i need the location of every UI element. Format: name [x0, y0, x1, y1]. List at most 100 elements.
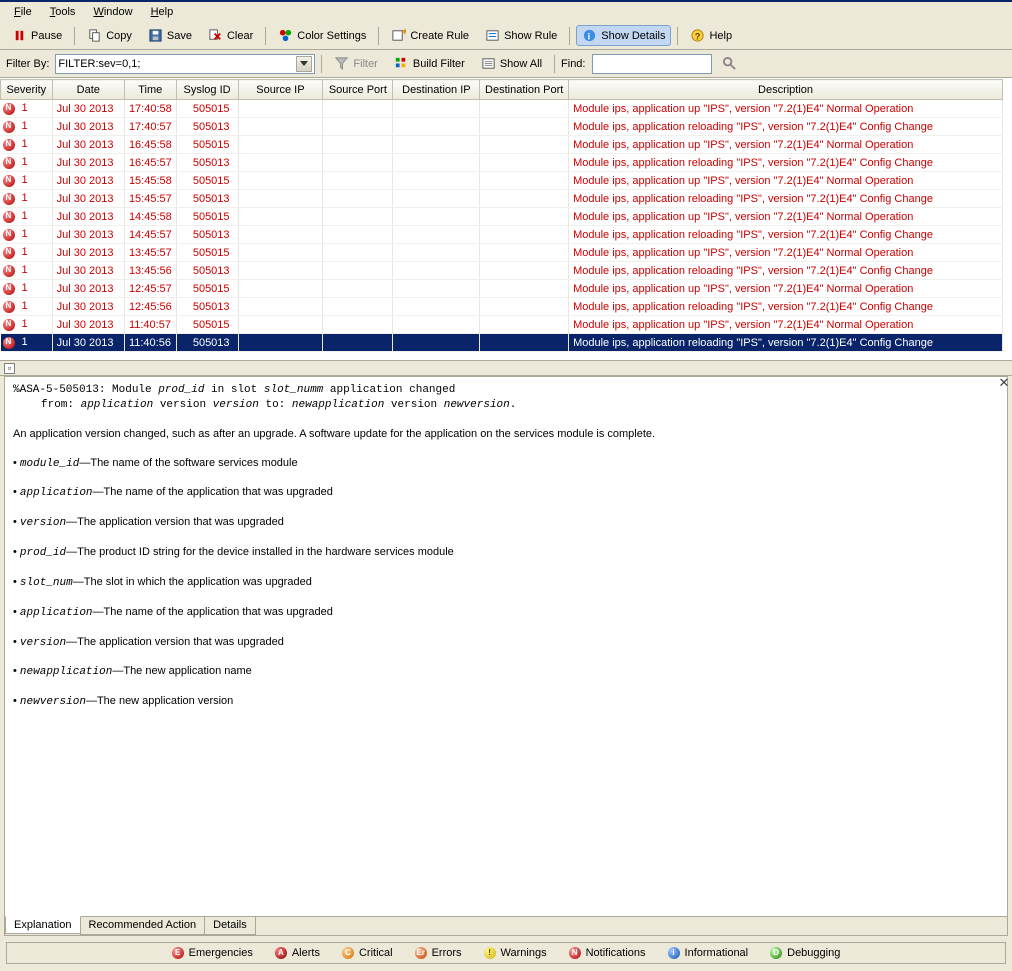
- filter-button[interactable]: Filter: [328, 53, 383, 74]
- legend-icon: i: [668, 947, 680, 959]
- show-rule-button[interactable]: Show Rule: [479, 25, 563, 46]
- table-cell: 14:45:57: [124, 226, 176, 244]
- table-row[interactable]: 1Jul 30 201314:45:58505015Module ips, ap…: [1, 208, 1003, 226]
- menu-window[interactable]: Window: [85, 4, 140, 20]
- detail-slot-num: slot_numm: [264, 384, 323, 396]
- pause-button[interactable]: Pause: [6, 25, 68, 46]
- save-icon: [148, 28, 163, 43]
- table-cell: [480, 190, 569, 208]
- table-cell: [480, 226, 569, 244]
- table-row[interactable]: 1Jul 30 201314:45:57505013Module ips, ap…: [1, 226, 1003, 244]
- show-rule-icon: [485, 28, 500, 43]
- column-header[interactable]: Source IP: [238, 80, 323, 100]
- table-row[interactable]: 1Jul 30 201315:45:58505015Module ips, ap…: [1, 172, 1003, 190]
- column-header[interactable]: Destination Port: [480, 80, 569, 100]
- copy-button[interactable]: Copy: [81, 25, 138, 46]
- column-header[interactable]: Syslog ID: [176, 80, 238, 100]
- filter-by-label: Filter By:: [6, 58, 51, 70]
- table-row[interactable]: 1Jul 30 201312:45:57505015Module ips, ap…: [1, 280, 1003, 298]
- table-row[interactable]: 1Jul 30 201313:45:57505015Module ips, ap…: [1, 244, 1003, 262]
- table-cell: Jul 30 2013: [52, 262, 124, 280]
- find-input[interactable]: [592, 54, 712, 74]
- save-button[interactable]: Save: [142, 25, 198, 46]
- funnel-icon: [334, 56, 349, 71]
- show-details-label: Show Details: [601, 30, 665, 42]
- status-legend: EEmergenciesAAlertsCCriticalErErrors!War…: [6, 942, 1006, 964]
- table-cell: [480, 262, 569, 280]
- legend-label: Informational: [685, 947, 749, 959]
- table-cell: Jul 30 2013: [52, 154, 124, 172]
- copy-label: Copy: [106, 30, 132, 42]
- table-cell: Module ips, application up "IPS", versio…: [569, 208, 1003, 226]
- menu-tools[interactable]: Tools: [42, 4, 84, 20]
- table-cell: 12:45:56: [124, 298, 176, 316]
- table-row[interactable]: 1Jul 30 201317:40:58505015Module ips, ap…: [1, 100, 1003, 118]
- table-cell: Jul 30 2013: [52, 118, 124, 136]
- table-row[interactable]: 1Jul 30 201312:45:56505013Module ips, ap…: [1, 298, 1003, 316]
- create-rule-button[interactable]: ✶ Create Rule: [385, 25, 475, 46]
- table-cell: [480, 172, 569, 190]
- table-cell: [480, 334, 569, 352]
- table-cell: Module ips, application up "IPS", versio…: [569, 244, 1003, 262]
- table-row[interactable]: 1Jul 30 201316:45:58505015Module ips, ap…: [1, 136, 1003, 154]
- column-header[interactable]: Time: [124, 80, 176, 100]
- table-cell: 505015: [176, 100, 238, 118]
- table-row[interactable]: 1Jul 30 201316:45:57505013Module ips, ap…: [1, 154, 1003, 172]
- clear-label: Clear: [227, 30, 253, 42]
- table-cell: [238, 208, 323, 226]
- dropdown-arrow-icon[interactable]: [296, 56, 312, 72]
- table-row[interactable]: 1Jul 30 201313:45:56505013Module ips, ap…: [1, 262, 1003, 280]
- column-header[interactable]: Destination IP: [393, 80, 480, 100]
- legend-label: Warnings: [501, 947, 547, 959]
- table-cell: Module ips, application up "IPS", versio…: [569, 316, 1003, 334]
- tab-explanation[interactable]: Explanation: [5, 916, 81, 934]
- table-cell: [238, 244, 323, 262]
- log-table-wrapper: SeverityDateTimeSyslog IDSource IPSource…: [0, 78, 1012, 360]
- table-row[interactable]: 1Jul 30 201311:40:56505013Module ips, ap…: [1, 334, 1003, 352]
- build-filter-button[interactable]: Build Filter: [388, 53, 471, 74]
- menu-file[interactable]: File: [6, 4, 40, 20]
- tab-details[interactable]: Details: [204, 917, 256, 935]
- table-row[interactable]: 1Jul 30 201311:40:57505015Module ips, ap…: [1, 316, 1003, 334]
- menu-help[interactable]: Help: [143, 4, 182, 20]
- table-cell: 505013: [176, 190, 238, 208]
- column-header[interactable]: Date: [52, 80, 124, 100]
- table-cell: [238, 136, 323, 154]
- collapse-box-icon[interactable]: ▫: [4, 363, 15, 374]
- filter-combo[interactable]: FILTER:sev=0,1;: [55, 54, 315, 74]
- details-panel: ✕ %ASA-5-505013: Module prod_id in slot …: [0, 376, 1012, 971]
- table-cell: [480, 118, 569, 136]
- column-header[interactable]: Description: [569, 80, 1003, 100]
- show-all-label: Show All: [500, 58, 542, 70]
- separator: [378, 27, 379, 45]
- table-cell: 13:45:56: [124, 262, 176, 280]
- tab-recommended-action[interactable]: Recommended Action: [80, 917, 206, 935]
- table-cell: Module ips, application up "IPS", versio…: [569, 136, 1003, 154]
- column-header[interactable]: Source Port: [323, 80, 393, 100]
- legend-item: DDebugging: [770, 947, 840, 959]
- table-cell: [238, 316, 323, 334]
- splitter-bar[interactable]: ▫: [0, 360, 1012, 376]
- table-cell: [393, 190, 480, 208]
- table-cell: Module ips, application up "IPS", versio…: [569, 280, 1003, 298]
- table-cell: 1: [1, 262, 53, 280]
- help-button[interactable]: ? Help: [684, 25, 738, 46]
- palette-icon: [278, 28, 293, 43]
- table-cell: [323, 280, 393, 298]
- table-cell: 1: [1, 154, 53, 172]
- legend-item: CCritical: [342, 947, 393, 959]
- color-settings-button[interactable]: Color Settings: [272, 25, 372, 46]
- detail-line2-newver: newversion: [444, 399, 510, 411]
- detail-item: • module_id—The name of the software ser…: [13, 456, 999, 472]
- column-header[interactable]: Severity: [1, 80, 53, 100]
- table-row[interactable]: 1Jul 30 201315:45:57505013Module ips, ap…: [1, 190, 1003, 208]
- table-cell: 505015: [176, 280, 238, 298]
- table-row[interactable]: 1Jul 30 201317:40:57505013Module ips, ap…: [1, 118, 1003, 136]
- close-button[interactable]: ✕: [996, 376, 1012, 392]
- table-cell: [393, 100, 480, 118]
- find-button[interactable]: [716, 53, 743, 74]
- clear-button[interactable]: Clear: [202, 25, 259, 46]
- show-details-button[interactable]: i Show Details: [576, 25, 671, 46]
- show-all-button[interactable]: Show All: [475, 53, 548, 74]
- table-cell: Module ips, application reloading "IPS",…: [569, 118, 1003, 136]
